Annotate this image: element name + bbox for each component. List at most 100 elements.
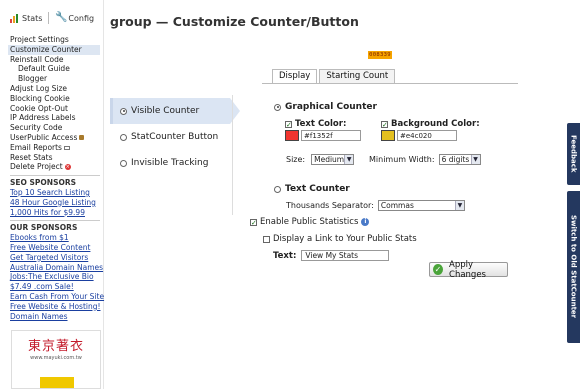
sidebar-item-default-guide[interactable]: Default Guide [10, 64, 100, 74]
text-counter-label: Text Counter [285, 184, 350, 194]
sidebar-item-reset-stats[interactable]: Reset Stats [10, 153, 100, 163]
sidebar-item-email-reports[interactable]: Email Reports [10, 143, 100, 153]
min-width-value: 6 digits [441, 155, 470, 164]
sponsor-link[interactable]: Jobs:The Exclusive Bio [10, 272, 100, 282]
sponsor-link[interactable]: Australia Domain Names [10, 263, 103, 273]
apply-changes-label: Apply Changes [449, 259, 486, 280]
delete-icon: × [64, 164, 71, 171]
sidebar-item-ip-address-labels[interactable]: IP Address Labels [10, 113, 100, 123]
text-color-picker: #f1352f [285, 130, 361, 141]
thousands-row: Thousands Separator: Commas ▼ [286, 200, 465, 211]
thousands-select[interactable]: Commas ▼ [377, 200, 465, 211]
top-nav: Stats 🔧 Config [10, 12, 94, 24]
column-divider [232, 95, 233, 215]
sponsor-link[interactable]: Get Targeted Visitors [10, 253, 100, 263]
our-sponsors-heading: OUR SPONSORS [10, 220, 100, 233]
graphical-counter-option[interactable]: Graphical Counter [274, 102, 377, 112]
checkbox[interactable] [263, 235, 270, 243]
graphical-counter-label: Graphical Counter [285, 102, 377, 112]
stats-icon [10, 13, 19, 23]
size-row: Size: Medium ▼ [286, 154, 355, 165]
chevron-down-icon: ▼ [470, 155, 480, 164]
counter-type-label: StatCounter Button [131, 132, 219, 142]
text-color-swatch[interactable] [285, 130, 299, 141]
checkbox[interactable]: ✓ [250, 218, 257, 226]
sponsor-link[interactable]: Earn Cash From Your Site [10, 292, 104, 302]
bg-color-label: Background Color: [391, 119, 480, 129]
size-label: Size: [286, 155, 306, 164]
text-color-input[interactable]: #f1352f [301, 130, 361, 141]
sidebar-item-blocking-cookie[interactable]: Blocking Cookie [10, 94, 100, 104]
radio-button[interactable] [120, 133, 127, 141]
ad-image [40, 377, 74, 388]
chevron-down-icon: ▼ [344, 155, 354, 164]
checkbox[interactable]: ✓ [285, 120, 292, 128]
config-link[interactable]: 🔧 Config [55, 13, 94, 23]
sponsor-link[interactable]: Domain Names [10, 312, 100, 322]
counter-type-label: Visible Counter [131, 106, 200, 116]
display-link-option: Display a Link to Your Public Stats [263, 234, 417, 244]
info-icon[interactable]: i [361, 218, 370, 226]
sidebar-item-blogger[interactable]: Blogger [10, 74, 100, 84]
checkmark-icon: ✓ [433, 264, 444, 275]
min-width-select[interactable]: 6 digits ▼ [438, 154, 481, 165]
wrench-icon: 🔧 [55, 12, 68, 23]
sidebar-item-cookie-opt-out[interactable]: Cookie Opt-Out [10, 104, 100, 114]
sidebar-item-label: UserPublic Access [10, 132, 78, 142]
tab-divider [262, 83, 518, 84]
seo-sponsors-heading: SEO SPONSORS [10, 175, 100, 188]
sidebar-item-label: Email Reports [10, 142, 62, 152]
size-select[interactable]: Medium ▼ [311, 154, 355, 165]
sidebar-item-security-code[interactable]: Security Code [10, 123, 100, 133]
mail-icon [63, 145, 70, 150]
min-width-label: Minimum Width: [369, 155, 435, 164]
seo-sponsor-link[interactable]: Top 10 Search Listing [10, 188, 100, 198]
sponsor-link[interactable]: Free Website & Hosting! [10, 302, 101, 312]
bg-color-input[interactable]: #e4c020 [397, 130, 457, 141]
bg-color-swatch[interactable] [381, 130, 395, 141]
sponsor-link[interactable]: Free Website Content [10, 243, 100, 253]
stats-link[interactable]: Stats [10, 13, 42, 23]
config-label: Config [68, 13, 95, 23]
sidebar-item-project-settings[interactable]: Project Settings [10, 35, 100, 45]
display-link-label: Display a Link to Your Public Stats [273, 234, 417, 244]
sidebar-ad-banner[interactable]: 東京著衣 www.mayuki.com.tw [11, 330, 101, 389]
chevron-down-icon: ▼ [454, 201, 464, 210]
sidebar: Stats 🔧 Config Project Settings Customiz… [0, 0, 104, 389]
sponsor-link[interactable]: Ebooks from $1 [10, 233, 100, 243]
seo-sponsor-link[interactable]: 48 Hour Google Listing [10, 198, 100, 208]
checkbox[interactable]: ✓ [381, 120, 388, 128]
sidebar-item-reinstall-code[interactable]: Reinstall Code [10, 55, 100, 65]
sidebar-item-public-access[interactable]: UserPublic Access [10, 133, 100, 143]
tab-starting-count[interactable]: Starting Count [319, 69, 396, 83]
apply-changes-button[interactable]: ✓ Apply Changes [429, 259, 508, 280]
counter-type-label: Invisible Tracking [131, 158, 209, 168]
sidebar-item-customize-counter[interactable]: Customize Counter [8, 44, 100, 55]
counter-preview: 008339 [368, 51, 392, 59]
size-value: Medium [314, 155, 345, 164]
switch-old-version-tab[interactable]: Switch to Old StatCounter [567, 191, 580, 343]
counter-type-button[interactable]: StatCounter Button [110, 124, 230, 150]
link-text-input[interactable]: View My Stats [301, 250, 390, 261]
min-width-row: Minimum Width: 6 digits ▼ [369, 154, 481, 165]
text-counter-option[interactable]: Text Counter [274, 184, 350, 194]
nav-divider [48, 12, 50, 24]
sidebar-item-adjust-log-size[interactable]: Adjust Log Size [10, 84, 100, 94]
radio-button[interactable] [120, 159, 127, 167]
enable-public-stats-label: Enable Public Statistics [260, 217, 359, 227]
counter-type-invisible[interactable]: Invisible Tracking [110, 150, 230, 176]
radio-button[interactable] [274, 185, 281, 193]
link-text-label: Text: [273, 250, 297, 261]
counter-type-list: Visible Counter StatCounter Button Invis… [110, 98, 240, 176]
sponsor-link[interactable]: $7.49 .com Sale! [10, 282, 100, 292]
seo-sponsor-link[interactable]: 1,000 Hits for $9.99 [10, 208, 100, 218]
enable-public-stats-option: ✓ Enable Public Statistics i [250, 217, 370, 227]
switch-old-version-label: Switch to Old StatCounter [569, 215, 578, 319]
radio-button[interactable] [120, 107, 127, 115]
counter-type-visible[interactable]: Visible Counter [110, 98, 240, 124]
sidebar-item-delete-project[interactable]: Delete Project × [10, 162, 100, 172]
tab-display[interactable]: Display [272, 69, 318, 83]
feedback-tab[interactable]: Feedback [567, 123, 580, 185]
bg-color-picker: #e4c020 [381, 130, 457, 141]
radio-button[interactable] [274, 103, 281, 111]
